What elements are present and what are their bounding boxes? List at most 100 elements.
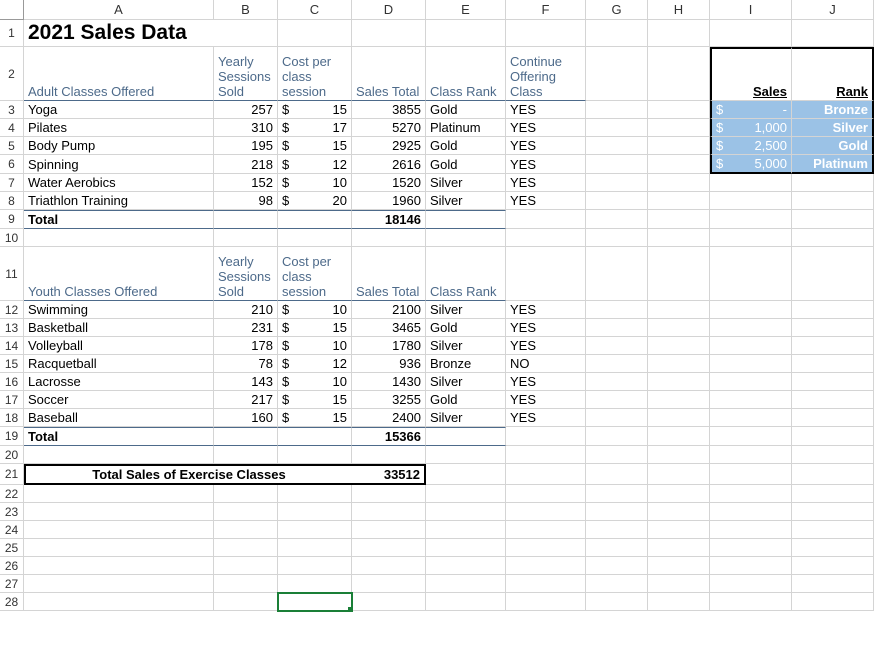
adult-row-continue[interactable]: YES [506, 155, 586, 174]
cell[interactable] [506, 446, 586, 464]
cell[interactable] [426, 229, 506, 247]
youth-row-continue[interactable]: YES [506, 301, 586, 319]
cell[interactable] [792, 373, 874, 391]
page-title[interactable]: 2021 Sales Data [24, 20, 278, 47]
cell[interactable] [506, 210, 586, 229]
cell[interactable] [506, 427, 586, 446]
cell[interactable] [792, 229, 874, 247]
youth-row-class[interactable]: Basketball [24, 319, 214, 337]
legend-rank[interactable]: Gold [792, 137, 874, 155]
legend-amount[interactable]: $2,500 [710, 137, 792, 155]
youth-row-sales[interactable]: 3465 [352, 319, 426, 337]
cell[interactable] [792, 575, 874, 593]
cell[interactable] [648, 210, 710, 229]
col-header-I[interactable]: I [710, 0, 792, 20]
youth-row-cost[interactable]: $10 [278, 301, 352, 319]
adult-total-value[interactable]: 18146 [352, 210, 426, 229]
cell[interactable] [352, 503, 426, 521]
adult-header-rank[interactable]: Class Rank [426, 47, 506, 101]
adult-row-sessions[interactable]: 195 [214, 137, 278, 155]
youth-header-sessions[interactable]: Yearly Sessions Sold [214, 247, 278, 301]
cell[interactable] [426, 521, 506, 539]
adult-row-rank[interactable]: Silver [426, 174, 506, 192]
col-header-B[interactable]: B [214, 0, 278, 20]
row-header-12[interactable]: 12 [0, 301, 24, 319]
cell[interactable] [278, 427, 352, 446]
cell[interactable] [278, 446, 352, 464]
cell[interactable] [710, 539, 792, 557]
row-header-22[interactable]: 22 [0, 485, 24, 503]
cell[interactable] [648, 446, 710, 464]
cell[interactable] [586, 373, 648, 391]
active-cell-C28[interactable] [278, 593, 352, 611]
cell[interactable] [792, 355, 874, 373]
cell[interactable] [792, 557, 874, 575]
cell[interactable] [648, 409, 710, 427]
col-header-H[interactable]: H [648, 0, 710, 20]
adult-row-cost[interactable]: $15 [278, 137, 352, 155]
cell[interactable] [214, 593, 278, 611]
cell[interactable] [506, 485, 586, 503]
cell[interactable] [586, 301, 648, 319]
cell[interactable] [586, 355, 648, 373]
cell[interactable] [214, 503, 278, 521]
adult-row-sales[interactable]: 5270 [352, 119, 426, 137]
cell[interactable] [586, 575, 648, 593]
youth-row-cost[interactable]: $10 [278, 337, 352, 355]
cell[interactable] [352, 593, 426, 611]
row-header-14[interactable]: 14 [0, 337, 24, 355]
cell[interactable] [792, 427, 874, 446]
row-header-2[interactable]: 2 [0, 47, 24, 101]
cell[interactable] [648, 301, 710, 319]
cell[interactable] [426, 503, 506, 521]
cell[interactable] [24, 539, 214, 557]
cell[interactable] [710, 557, 792, 575]
youth-row-sessions[interactable]: 210 [214, 301, 278, 319]
cell[interactable] [426, 446, 506, 464]
cell[interactable] [648, 355, 710, 373]
row-header-3[interactable]: 3 [0, 101, 24, 119]
youth-row-continue[interactable]: YES [506, 337, 586, 355]
adult-row-rank[interactable]: Gold [426, 101, 506, 119]
adult-header-cost[interactable]: Cost per class session [278, 47, 352, 101]
cell[interactable] [792, 301, 874, 319]
legend-rank[interactable]: Bronze [792, 101, 874, 119]
cell[interactable] [278, 557, 352, 575]
cell[interactable] [426, 557, 506, 575]
cell[interactable] [214, 210, 278, 229]
adult-row-cost[interactable]: $17 [278, 119, 352, 137]
cell[interactable] [278, 210, 352, 229]
adult-row-sessions[interactable]: 98 [214, 192, 278, 210]
cell[interactable] [24, 593, 214, 611]
adult-row-class[interactable]: Spinning [24, 155, 214, 174]
cell[interactable] [586, 192, 648, 210]
youth-row-sales[interactable]: 3255 [352, 391, 426, 409]
youth-row-sessions[interactable]: 143 [214, 373, 278, 391]
row-header-16[interactable]: 16 [0, 373, 24, 391]
cell[interactable] [586, 119, 648, 137]
cell[interactable] [648, 557, 710, 575]
cell[interactable] [352, 557, 426, 575]
cell[interactable] [792, 210, 874, 229]
row-header-19[interactable]: 19 [0, 427, 24, 446]
adult-row-cost[interactable]: $10 [278, 174, 352, 192]
cell[interactable] [24, 575, 214, 593]
cell[interactable] [278, 229, 352, 247]
cell[interactable] [710, 391, 792, 409]
youth-row-class[interactable]: Racquetball [24, 355, 214, 373]
col-header-E[interactable]: E [426, 0, 506, 20]
cell[interactable] [506, 557, 586, 575]
cell[interactable] [648, 391, 710, 409]
cell[interactable] [710, 355, 792, 373]
cell[interactable] [710, 192, 792, 210]
cell[interactable] [214, 521, 278, 539]
adult-row-class[interactable]: Body Pump [24, 137, 214, 155]
cell[interactable] [506, 464, 586, 485]
adult-row-continue[interactable]: YES [506, 137, 586, 155]
col-header-A[interactable]: A [24, 0, 214, 20]
youth-row-class[interactable]: Baseball [24, 409, 214, 427]
adult-header-sessions[interactable]: Yearly Sessions Sold [214, 47, 278, 101]
adult-row-continue[interactable]: YES [506, 119, 586, 137]
cell[interactable] [648, 521, 710, 539]
cell[interactable] [710, 210, 792, 229]
